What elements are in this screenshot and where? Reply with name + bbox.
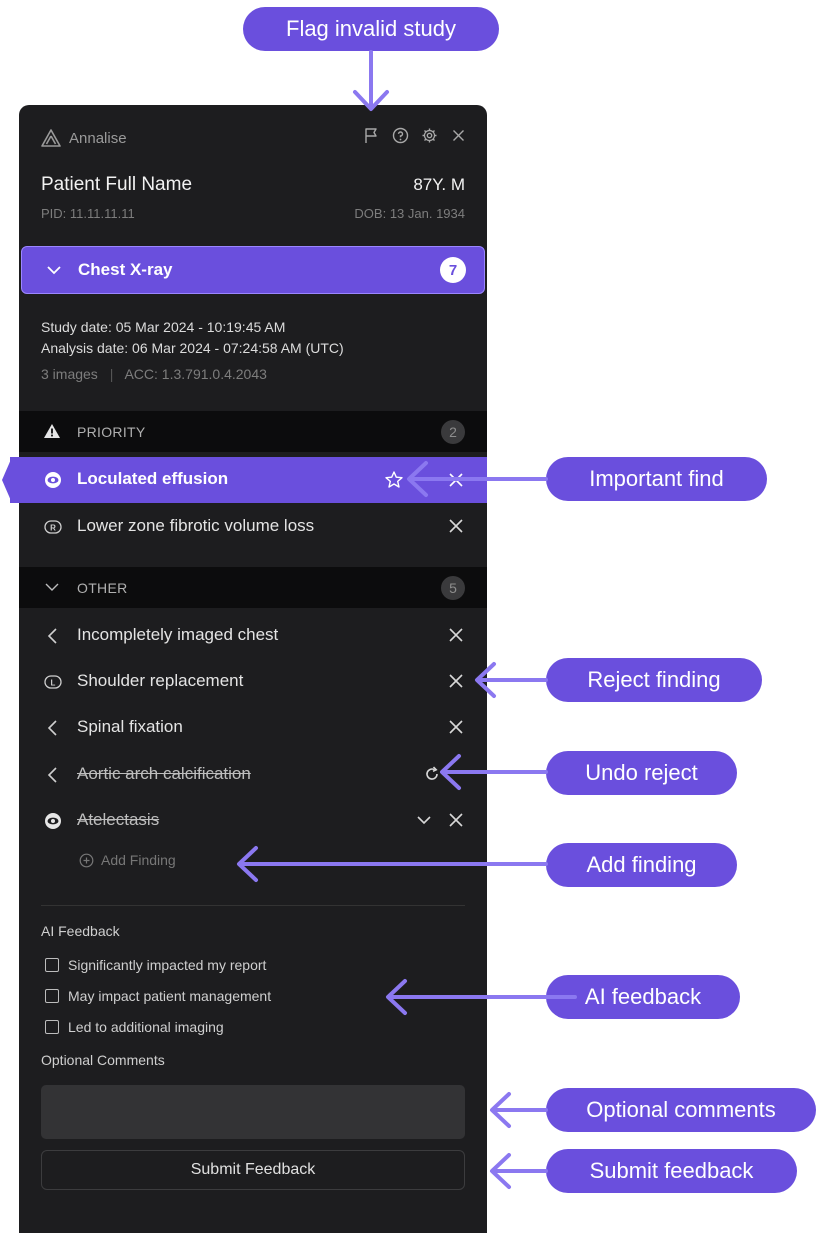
patient-age-sex: 87Y. M (413, 175, 465, 194)
image-count: 3 images (41, 366, 98, 382)
chevron-left-icon (47, 628, 57, 644)
checkbox[interactable] (45, 989, 59, 1003)
l-badge-icon: L (44, 675, 62, 689)
flag-icon[interactable] (363, 127, 380, 144)
finding-label: Spinal fixation (77, 717, 183, 736)
reject-x-icon[interactable] (447, 811, 465, 829)
selection-pointer-icon (2, 457, 12, 503)
divider (41, 905, 465, 906)
undo-reject-icon[interactable] (423, 765, 441, 783)
callout-flag-invalid-study: Flag invalid study (243, 7, 499, 51)
ai-feedback-title: AI Feedback (41, 923, 120, 939)
accession-number: ACC: 1.3.791.0.4.2043 (124, 366, 267, 382)
priority-title: PRIORITY (77, 424, 146, 440)
submit-feedback-button[interactable]: Submit Feedback (41, 1150, 465, 1190)
callout-reject-finding: Reject finding (546, 658, 762, 702)
arrow-flag (353, 50, 389, 111)
chevron-down-icon (45, 583, 59, 591)
warning-icon (44, 424, 60, 438)
feedback-option[interactable]: Led to additional imaging (45, 1019, 224, 1035)
comments-input[interactable] (41, 1085, 465, 1139)
star-icon[interactable] (384, 470, 404, 490)
other-title: OTHER (77, 580, 128, 596)
checkbox[interactable] (45, 1020, 59, 1034)
reject-x-icon[interactable] (447, 672, 465, 690)
annalise-logo-icon (41, 129, 61, 147)
callout-add-finding: Add finding (546, 843, 737, 887)
other-count: 5 (441, 576, 465, 600)
callout-important-find: Important find (546, 457, 767, 501)
finding-label: Shoulder replacement (77, 671, 244, 690)
study-finding-count: 7 (440, 257, 466, 283)
r-badge-icon: R (44, 520, 62, 534)
reject-x-icon[interactable] (447, 471, 465, 489)
svg-text:L: L (51, 678, 56, 687)
finding-row[interactable]: R Lower zone fibrotic volume loss (19, 503, 487, 549)
reject-x-icon[interactable] (447, 626, 465, 644)
callout-undo-reject: Undo reject (546, 751, 737, 795)
callout-submit-feedback: Submit feedback (546, 1149, 797, 1193)
chevron-left-icon (47, 720, 57, 736)
finding-row-active[interactable]: Loculated effusion (2, 457, 487, 503)
finding-label: Lower zone fibrotic volume loss (77, 516, 315, 535)
checkbox[interactable] (45, 958, 59, 972)
help-icon[interactable] (392, 127, 409, 144)
chevron-left-icon (47, 767, 57, 783)
finding-row[interactable]: Spinal fixation (19, 704, 487, 750)
priority-count: 2 (441, 420, 465, 444)
brand-name: Annalise (69, 129, 127, 147)
arrow-reject (475, 662, 548, 698)
patient-id: PID: 11.11.11.11 (41, 206, 135, 221)
plus-circle-icon (79, 853, 94, 867)
reject-x-icon[interactable] (447, 718, 465, 736)
study-title: Chest X-ray (78, 260, 173, 279)
arrow-comments (490, 1092, 548, 1128)
feedback-option[interactable]: Significantly impacted my report (45, 957, 266, 973)
finding-row-rejected[interactable]: Atelectasis (19, 797, 487, 843)
callout-ai-feedback: AI feedback (546, 975, 740, 1019)
close-icon[interactable] (450, 127, 467, 144)
eye-icon (45, 472, 61, 488)
add-finding-button[interactable]: Add Finding (79, 852, 176, 868)
topbar-icons (363, 127, 467, 144)
finding-label: Aortic arch calcification (77, 764, 251, 783)
study-header[interactable]: Chest X-ray 7 (21, 246, 485, 294)
other-section-header[interactable]: OTHER 5 (19, 567, 487, 608)
finding-label: Incompletely imaged chest (77, 625, 279, 644)
chevron-down-icon (47, 266, 61, 275)
optional-comments-title: Optional Comments (41, 1052, 165, 1068)
analysis-date: Analysis date: 06 Mar 2024 - 07:24:58 AM… (41, 340, 344, 356)
annalise-panel: Annalise Patient Full Name 87Y. M PID: 1… (19, 105, 487, 1233)
settings-gear-icon[interactable] (421, 127, 438, 144)
svg-text:R: R (50, 523, 56, 532)
patient-dob: DOB: 13 Jan. 1934 (354, 206, 465, 221)
eye-icon (45, 813, 61, 829)
priority-section-header[interactable]: PRIORITY 2 (19, 411, 487, 452)
finding-row-rejected[interactable]: Aortic arch calcification (19, 751, 487, 797)
study-date: Study date: 05 Mar 2024 - 10:19:45 AM (41, 319, 286, 335)
finding-row[interactable]: Incompletely imaged chest (19, 612, 487, 658)
feedback-option-label: May impact patient management (68, 988, 272, 1004)
study-meta: 3 images | ACC: 1.3.791.0.4.2043 (41, 366, 267, 382)
finding-row[interactable]: L Shoulder replacement (19, 658, 487, 704)
add-finding-label: Add Finding (101, 852, 176, 868)
chevron-down-icon[interactable] (415, 811, 433, 829)
callout-optional-comments: Optional comments (546, 1088, 816, 1132)
meta-separator: | (109, 366, 114, 382)
finding-label: Atelectasis (77, 810, 160, 829)
feedback-option-label: Significantly impacted my report (68, 957, 267, 973)
panel-topbar: Annalise (19, 105, 487, 169)
finding-label: Loculated effusion (77, 469, 229, 488)
brand: Annalise (41, 129, 127, 147)
patient-name: Patient Full Name (41, 174, 193, 195)
feedback-option[interactable]: May impact patient management (45, 988, 271, 1004)
reject-x-icon[interactable] (447, 517, 465, 535)
feedback-option-label: Led to additional imaging (68, 1019, 224, 1035)
arrow-submit (490, 1153, 548, 1189)
